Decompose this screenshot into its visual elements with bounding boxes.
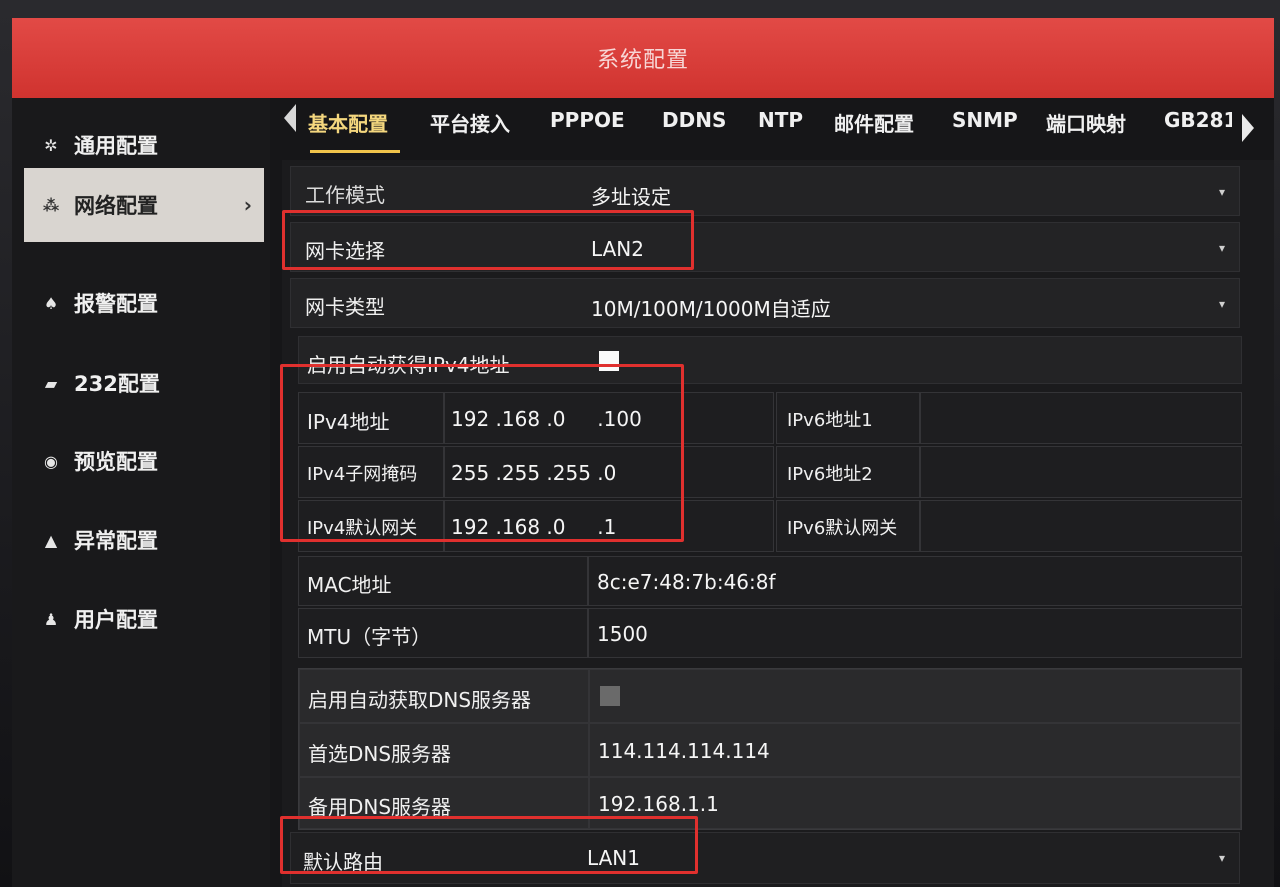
ipv6-gateway-input[interactable] <box>920 500 1242 552</box>
dns-primary-label-cell: 首选DNS服务器 <box>299 723 589 777</box>
dvr-screen: 系统配置 ✲ 通用配置 ⁂ 网络配置 › ♠ 报警配置 ▰ 232配置 ◉ 预览… <box>12 18 1274 887</box>
sidebar: ✲ 通用配置 ⁂ 网络配置 › ♠ 报警配置 ▰ 232配置 ◉ 预览配置 ▲ … <box>12 98 270 887</box>
ipv6-address1-input[interactable] <box>920 392 1242 444</box>
mac-label: MAC地址 <box>307 573 392 597</box>
tab-scroll-right-icon[interactable] <box>1242 114 1254 142</box>
mtu-label: MTU（字节） <box>307 625 432 649</box>
sidebar-item-label: 异常配置 <box>74 529 158 553</box>
work-mode-row[interactable]: 工作模式 多址设定 ▾ <box>290 166 1240 216</box>
dns-primary-input[interactable]: 114.114.114.114 <box>589 723 1241 777</box>
nic-type-row[interactable]: 网卡类型 10M/100M/1000M自适应 ▾ <box>290 278 1240 328</box>
dhcp-dns-label-cell: 启用自动获取DNS服务器 <box>299 669 589 723</box>
sidebar-item-label: 用户配置 <box>74 608 158 632</box>
sidebar-item-serial[interactable]: ▰ 232配置 <box>24 346 264 420</box>
eye-icon: ◉ <box>44 451 58 471</box>
window-title: 系统配置 <box>596 48 689 73</box>
tab-email[interactable]: 邮件配置 <box>834 108 914 137</box>
dhcp-dns-label: 启用自动获取DNS服务器 <box>308 688 532 712</box>
ipv6-gateway-label: IPv6默认网关 <box>787 518 898 539</box>
sidebar-item-preview[interactable]: ◉ 预览配置 <box>24 424 264 498</box>
sidebar-item-label: 预览配置 <box>74 450 158 474</box>
tab-pppoe[interactable]: PPPOE <box>550 108 625 132</box>
active-tab-underline <box>310 150 400 153</box>
alarm-icon: ♠ <box>43 293 59 313</box>
serial-port-icon: ▰ <box>44 373 58 393</box>
dns-primary-value: 114.114.114.114 <box>598 739 770 763</box>
tab-ddns[interactable]: DDNS <box>662 108 726 132</box>
chevron-down-icon: ▾ <box>1218 297 1225 311</box>
ipv6-address2-label-cell: IPv6地址2 <box>776 446 920 498</box>
warning-icon: ▲ <box>44 530 58 550</box>
sidebar-item-exception[interactable]: ▲ 异常配置 <box>24 503 264 577</box>
dhcp-dns-cell <box>589 669 1241 723</box>
tab-snmp[interactable]: SNMP <box>952 108 1018 132</box>
network-icon: ⁂ <box>42 195 60 215</box>
tab-platform[interactable]: 平台接入 <box>430 108 510 137</box>
tab-ntp[interactable]: NTP <box>758 108 803 132</box>
dns-settings-group: 启用自动获取DNS服务器 首选DNS服务器 114.114.114.114 备用… <box>298 668 1242 830</box>
mac-label-cell: MAC地址 <box>298 556 588 606</box>
sidebar-item-alarm[interactable]: ♠ 报警配置 <box>24 266 264 340</box>
user-icon: ♟ <box>43 609 59 629</box>
work-mode-label: 工作模式 <box>305 183 385 207</box>
ipv6-gateway-label-cell: IPv6默认网关 <box>776 500 920 552</box>
highlight-nic-select <box>282 210 694 270</box>
mac-value: 8c:e7:48:7b:46:8f <box>597 570 776 594</box>
chevron-down-icon: ▾ <box>1218 241 1225 255</box>
sidebar-item-label: 232配置 <box>74 372 160 396</box>
sidebar-item-network[interactable]: ⁂ 网络配置 › <box>24 168 264 242</box>
tab-bar: 基本配置 平台接入 PPPOE DDNS NTP 邮件配置 SNMP 端口映射 … <box>12 100 1274 160</box>
tab-basic[interactable]: 基本配置 <box>308 108 388 137</box>
mtu-value: 1500 <box>597 622 648 646</box>
highlight-ipv4-settings <box>280 364 684 542</box>
title-bar: 系统配置 <box>12 18 1274 98</box>
work-mode-select[interactable]: 多址设定 <box>591 181 671 210</box>
ipv6-address1-label-cell: IPv6地址1 <box>776 392 920 444</box>
sidebar-item-label: 报警配置 <box>74 292 158 316</box>
mtu-input[interactable]: 1500 <box>588 608 1242 658</box>
chevron-down-icon: ▾ <box>1218 851 1225 865</box>
dns-primary-label: 首选DNS服务器 <box>308 742 452 766</box>
mtu-label-cell: MTU（字节） <box>298 608 588 658</box>
dns-backup-value: 192.168.1.1 <box>598 792 719 816</box>
ipv6-address2-input[interactable] <box>920 446 1242 498</box>
mac-field: 8c:e7:48:7b:46:8f <box>588 556 1242 606</box>
chevron-right-icon: › <box>243 193 252 217</box>
nic-type-label: 网卡类型 <box>305 295 385 319</box>
ipv6-address2-label: IPv6地址2 <box>787 464 873 485</box>
nic-type-dropdown[interactable]: 10M/100M/1000M自适应 <box>591 293 831 322</box>
tab-gb28181[interactable]: GB281! <box>1164 108 1232 132</box>
chevron-down-icon: ▾ <box>1218 185 1225 199</box>
sidebar-item-label: 网络配置 <box>74 194 158 218</box>
highlight-default-route <box>280 816 698 874</box>
tab-port-mapping[interactable]: 端口映射 <box>1046 108 1126 137</box>
sidebar-item-user[interactable]: ♟ 用户配置 <box>24 582 264 656</box>
dhcp-dns-checkbox[interactable] <box>600 686 620 706</box>
ipv6-address1-label: IPv6地址1 <box>787 410 873 431</box>
